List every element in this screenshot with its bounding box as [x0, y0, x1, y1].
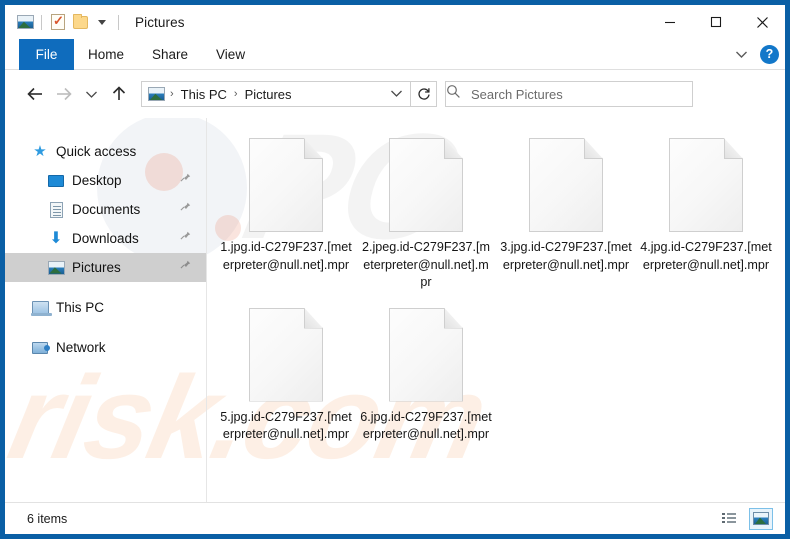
new-folder-icon[interactable]	[69, 11, 91, 33]
pin-icon[interactable]	[180, 172, 191, 190]
toolbar-divider-2	[118, 14, 119, 30]
breadcrumb-pictures[interactable]: Pictures	[243, 87, 294, 102]
properties-icon[interactable]	[47, 11, 69, 33]
sidebar-item-pictures[interactable]: Pictures	[5, 253, 206, 282]
large-icons-view-button[interactable]	[749, 507, 773, 530]
file-item[interactable]: 2.jpeg.id-C279F237.[meterpreter@null.net…	[356, 126, 496, 292]
ribbon-tab-bar: File Home Share View ?	[5, 39, 785, 70]
search-icon	[446, 84, 461, 104]
star-icon: ★	[33, 143, 47, 160]
blank-file-icon	[389, 307, 463, 402]
address-bar-row: › This PC › Pictures	[5, 70, 785, 118]
breadcrumb-this-pc[interactable]: This PC	[179, 87, 229, 102]
sidebar-item-desktop[interactable]: Desktop	[5, 166, 206, 195]
chevron-down-icon[interactable]	[91, 11, 113, 33]
sidebar-item-label: Network	[56, 340, 106, 355]
blank-file-icon	[389, 138, 463, 232]
file-item[interactable]: 3.jpg.id-C279F237.[meterpreter@null.net]…	[496, 126, 636, 292]
this-pc-icon	[30, 299, 52, 317]
quick-access-toolbar	[5, 11, 124, 33]
sidebar-item-label: Downloads	[72, 231, 139, 246]
tab-home[interactable]: Home	[74, 39, 138, 70]
sidebar-item-label: Pictures	[72, 260, 121, 275]
minimize-button[interactable]	[647, 5, 693, 39]
tab-view[interactable]: View	[202, 39, 259, 70]
close-button[interactable]	[739, 5, 785, 39]
documents-icon	[47, 201, 65, 219]
file-name: 3.jpg.id-C279F237.[meterpreter@null.net]…	[500, 240, 632, 272]
sidebar-item-documents[interactable]: Documents	[5, 195, 206, 224]
tab-file[interactable]: File	[19, 39, 74, 70]
navigation-pane: ★ Quick access Desktop Documents ⬇ Downl…	[5, 118, 207, 502]
sidebar-item-label: Documents	[72, 202, 141, 217]
title-bar: Pictures	[5, 5, 785, 39]
network-icon	[31, 339, 50, 357]
file-item[interactable]: 6.jpg.id-C279F237.[meterpreter@null.net]…	[356, 296, 496, 444]
desktop-icon	[47, 172, 65, 190]
file-name: 2.jpeg.id-C279F237.[meterpreter@null.net…	[361, 240, 491, 289]
details-view-button[interactable]	[717, 508, 741, 530]
sidebar-item-downloads[interactable]: ⬇ Downloads	[5, 224, 206, 253]
up-button[interactable]	[105, 80, 133, 108]
file-list-pane[interactable]: 1.jpg.id-C279F237.[meterpreter@null.net]…	[208, 118, 785, 502]
pin-icon[interactable]	[180, 201, 191, 219]
window-controls	[647, 5, 785, 39]
breadcrumb-separator-1[interactable]: ›	[229, 88, 243, 100]
sidebar-item-this-pc[interactable]: This PC	[5, 293, 206, 322]
file-grid: 1.jpg.id-C279F237.[meterpreter@null.net]…	[216, 126, 785, 448]
pin-icon[interactable]	[180, 230, 191, 248]
item-count-label: 6 items	[27, 511, 68, 526]
toolbar-divider	[41, 14, 42, 30]
file-name: 6.jpg.id-C279F237.[meterpreter@null.net]…	[360, 409, 492, 442]
recent-locations-chevron-down-icon[interactable]	[77, 80, 105, 108]
breadcrumb-separator-0[interactable]: ›	[165, 88, 179, 100]
blank-file-icon	[669, 138, 743, 232]
search-box[interactable]	[445, 81, 693, 107]
file-item[interactable]: 1.jpg.id-C279F237.[meterpreter@null.net]…	[216, 126, 356, 292]
pictures-icon	[47, 259, 65, 277]
file-item[interactable]: 4.jpg.id-C279F237.[meterpreter@null.net]…	[636, 126, 776, 292]
file-name: 4.jpg.id-C279F237.[meterpreter@null.net]…	[640, 240, 772, 272]
maximize-button[interactable]	[693, 5, 739, 39]
sidebar-item-label: Quick access	[56, 144, 137, 159]
window-title: Pictures	[135, 14, 185, 30]
back-button[interactable]	[21, 80, 49, 108]
address-bar[interactable]: › This PC › Pictures	[141, 81, 411, 107]
explorer-window: PC risk.com Pictures File Home Sh	[0, 0, 790, 539]
downloads-icon: ⬇	[49, 229, 63, 247]
ribbon-controls: ?	[731, 39, 779, 70]
status-bar: 6 items	[5, 502, 785, 534]
blank-file-icon	[249, 307, 323, 402]
sidebar-item-network[interactable]: Network	[5, 333, 206, 362]
file-item[interactable]: 5.jpg.id-C279F237.[meterpreter@null.net]…	[216, 296, 356, 444]
tab-share[interactable]: Share	[138, 39, 202, 70]
expand-ribbon-chevron-down-icon[interactable]	[731, 45, 751, 65]
address-pictures-icon	[148, 87, 165, 101]
sidebar-item-label: This PC	[56, 300, 105, 315]
search-input[interactable]	[471, 86, 666, 102]
sidebar-item-quick-access[interactable]: ★ Quick access	[5, 137, 206, 166]
view-mode-buttons	[717, 507, 773, 530]
forward-button[interactable]	[49, 80, 77, 108]
address-dropdown-chevron-down-icon[interactable]	[390, 85, 403, 103]
help-button[interactable]: ?	[760, 45, 779, 64]
file-name: 5.jpg.id-C279F237.[meterpreter@null.net]…	[220, 409, 352, 442]
refresh-button[interactable]	[411, 81, 437, 107]
blank-file-icon	[249, 138, 323, 232]
file-name: 1.jpg.id-C279F237.[meterpreter@null.net]…	[220, 240, 352, 272]
blank-file-icon	[529, 138, 603, 232]
explorer-body: ★ Quick access Desktop Documents ⬇ Downl…	[5, 118, 785, 502]
sidebar-item-label: Desktop	[72, 173, 122, 188]
pin-icon[interactable]	[180, 259, 191, 277]
pictures-folder-icon[interactable]	[14, 11, 36, 33]
